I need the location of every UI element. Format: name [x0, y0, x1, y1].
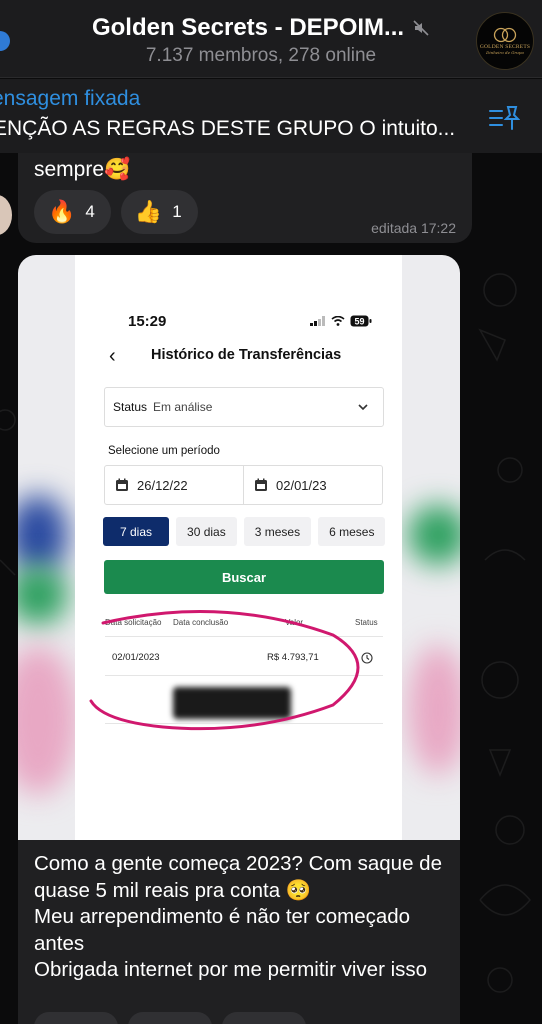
calendar-icon — [255, 478, 267, 491]
reaction-pill[interactable] — [128, 1012, 212, 1024]
phone-status-bar: 15:29 59 — [75, 313, 402, 333]
group-avatar[interactable]: GOLDEN SECRETS Dinheiro de Grupo — [476, 12, 534, 70]
message-bubble-photo: 15:29 59 ‹ Histórico de Transferências S… — [18, 255, 460, 1024]
reaction-pill[interactable] — [34, 1012, 118, 1024]
status-label: Status — [113, 400, 148, 414]
date-from: 26/12/22 — [137, 477, 188, 493]
period-label: Selecione um período — [108, 445, 220, 457]
phone-time: 15:29 — [128, 313, 167, 330]
status-icons: 59 — [310, 315, 372, 327]
battery-level: 59 — [354, 316, 364, 326]
reactions-row — [34, 1012, 306, 1024]
pinned-message-bar[interactable]: ensagem fixada ENÇÃO AS REGRAS DESTE GRU… — [0, 79, 542, 153]
search-button: Buscar — [104, 560, 384, 594]
wifi-icon — [331, 316, 345, 326]
blurred-background — [408, 645, 460, 775]
date-to-field: 02/01/23 — [243, 465, 383, 505]
caption-line: Como a gente começa 2023? Com saque de q… — [34, 852, 442, 902]
thumbs-up-icon: 👍 — [134, 199, 163, 225]
screen-nav: ‹ Histórico de Transferências — [75, 345, 402, 369]
message-text: sempre🥰 — [34, 158, 131, 181]
screen-back-icon: ‹ — [109, 345, 116, 367]
calendar-icon — [116, 478, 128, 491]
reactions-row: 🔥 4 👍 1 — [34, 190, 198, 234]
golden-secrets-logo-icon — [493, 27, 517, 43]
highlight-circle — [89, 610, 360, 731]
back-button[interactable] — [0, 31, 10, 51]
battery-icon: 59 — [350, 315, 372, 327]
chevron-down-icon — [358, 404, 368, 411]
chip-7-dias: 7 dias — [103, 517, 170, 546]
blurred-background — [18, 645, 78, 795]
blurred-background — [408, 505, 460, 565]
reaction-count: 4 — [85, 202, 95, 221]
pinned-list-icon[interactable] — [488, 103, 520, 133]
pinned-text: ENÇÃO AS REGRAS DESTE GRUPO O intuito... — [0, 117, 456, 140]
message-caption: Como a gente começa 2023? Com saque de q… — [34, 851, 454, 984]
fire-icon: 🔥 — [48, 199, 76, 225]
reaction-pill[interactable] — [222, 1012, 306, 1024]
caption-line: Meu arrependimento é não ter começado an… — [34, 905, 411, 955]
chat-title-area[interactable]: Golden Secrets - DEPOIM... 7.137 membros… — [60, 14, 462, 67]
reaction-count: 1 — [172, 202, 182, 221]
message-photo[interactable]: 15:29 59 ‹ Histórico de Transferências S… — [18, 255, 460, 840]
screen-title: Histórico de Transferências — [151, 347, 342, 363]
status-value: Em análise — [153, 400, 213, 414]
status-select: Status Em análise — [104, 387, 384, 427]
date-to: 02/01/23 — [276, 477, 327, 493]
avatar-brand-subtext: Dinheiro de Grupo — [486, 50, 524, 55]
chat-header: Golden Secrets - DEPOIM... 7.137 membros… — [0, 0, 542, 78]
chip-3-meses: 3 meses — [243, 517, 312, 546]
blurred-background — [18, 565, 68, 625]
chat-title: Golden Secrets - DEPOIM... — [91, 14, 405, 41]
mute-icon — [413, 20, 429, 36]
chat-member-count: 7.137 membros, 278 online — [145, 45, 377, 66]
blurred-background — [18, 495, 68, 575]
message-bubble-previous: sempre🥰 🔥 4 👍 1 editada 17:22 — [18, 140, 472, 243]
app-screenshot: 15:29 59 ‹ Histórico de Transferências S… — [75, 255, 402, 840]
chip-6-meses: 6 meses — [318, 517, 386, 546]
chip-30-dias: 30 dias — [176, 517, 237, 546]
signal-icon — [310, 316, 325, 326]
message-edited-time: editada 17:22 — [371, 220, 456, 236]
date-from-field: 26/12/22 — [104, 465, 244, 505]
period-chips: 7 dias 30 dias 3 meses 6 meses — [103, 517, 386, 546]
pinned-label: ensagem fixada — [0, 87, 141, 110]
reaction-thumbs-up[interactable]: 👍 1 — [120, 190, 198, 234]
reaction-fire[interactable]: 🔥 4 — [34, 190, 111, 234]
caption-line: Obrigada internet por me permitir viver … — [34, 958, 428, 981]
